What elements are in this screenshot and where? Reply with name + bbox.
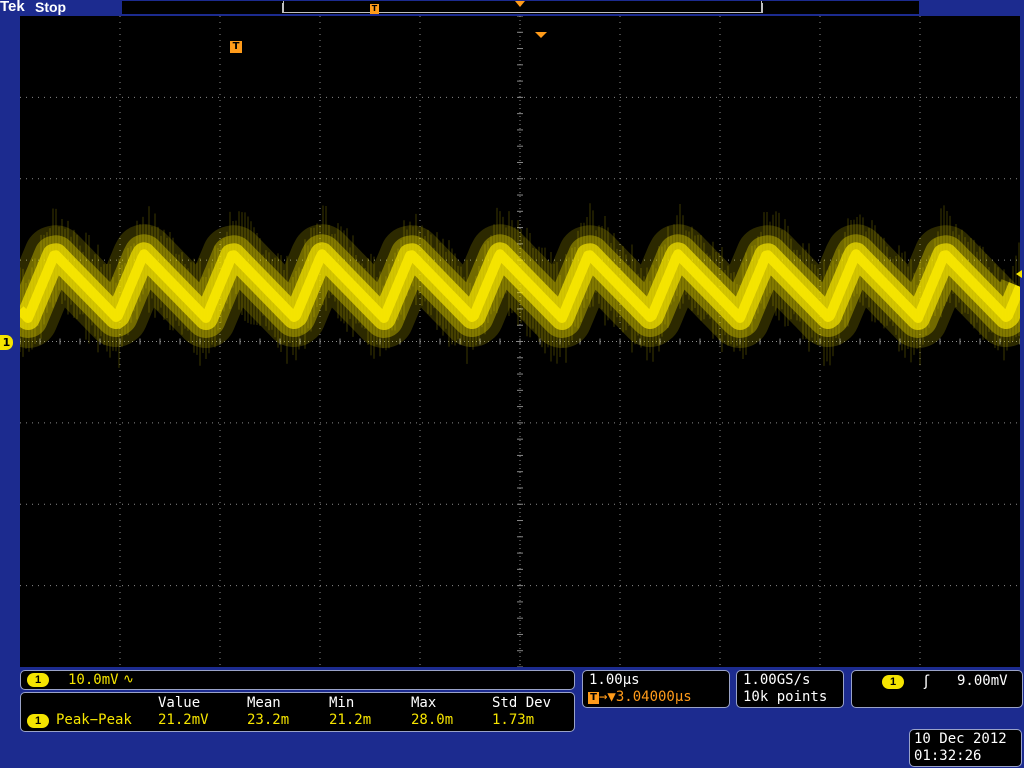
waveform-display[interactable]: T <box>20 16 1020 667</box>
trigger-source-badge: 1 <box>882 675 904 689</box>
date: 10 Dec 2012 <box>914 731 1007 747</box>
measurement-value: 21.2mV <box>158 712 209 728</box>
channel-1-ground-marker[interactable]: 1 <box>0 335 13 350</box>
ac-coupling-icon: ∿ <box>123 672 134 687</box>
acquisition-status: Stop <box>35 0 67 15</box>
measurement-max: 28.0m <box>411 712 454 728</box>
measurement-mean: 23.2m <box>247 712 290 728</box>
trigger-level-arrow <box>1016 270 1022 278</box>
trigger-readout[interactable]: 1 ʃ 9.00mV <box>851 670 1023 708</box>
channel-1-scale: 10.0mV <box>68 672 119 688</box>
col-header-mean: Mean <box>247 695 281 711</box>
acquisition-readout[interactable]: 1.00GS/s 10k points <box>736 670 844 708</box>
trigger-delay: →▼3.04000µs <box>599 689 692 705</box>
trigger-level: 9.00mV <box>957 673 1008 689</box>
record-trigger-marker: T <box>370 4 379 14</box>
time: 01:32:26 <box>914 748 982 764</box>
expansion-point-marker <box>535 32 547 38</box>
timebase-readout[interactable]: 1.00µs T →▼3.04000µs <box>582 670 730 708</box>
measurement-min: 21.2m <box>329 712 372 728</box>
col-header-min: Min <box>329 695 355 711</box>
horizontal-scale: 1.00µs <box>589 672 640 688</box>
channel-1-waveform <box>20 203 1020 368</box>
sample-rate: 1.00GS/s <box>743 672 811 688</box>
col-header-max: Max <box>411 695 437 711</box>
top-status-bar: Tek Stop T <box>0 0 1024 16</box>
measurement-name: Peak−Peak <box>56 712 132 728</box>
brand-logo: Tek <box>0 0 25 15</box>
trigger-delay-icon: T <box>588 692 599 704</box>
trigger-position-marker[interactable]: T <box>230 41 242 53</box>
date-time-readout: 10 Dec 2012 01:32:26 <box>909 729 1022 767</box>
measurement-source-badge: 1 <box>27 714 49 728</box>
measurement-panel[interactable]: Value Mean Min Max Std Dev 1 Peak−Peak 2… <box>20 692 575 732</box>
record-center-marker <box>515 1 525 7</box>
measurement-std-dev: 1.73m <box>492 712 535 728</box>
channel-1-badge: 1 <box>27 673 49 687</box>
rising-edge-icon: ʃ <box>924 672 930 690</box>
channel-1-readout[interactable]: 1 10.0mV ∿ <box>20 670 575 690</box>
col-header-value: Value <box>158 695 201 711</box>
col-header-std-dev: Std Dev <box>492 695 552 711</box>
record-length: 10k points <box>743 689 828 705</box>
